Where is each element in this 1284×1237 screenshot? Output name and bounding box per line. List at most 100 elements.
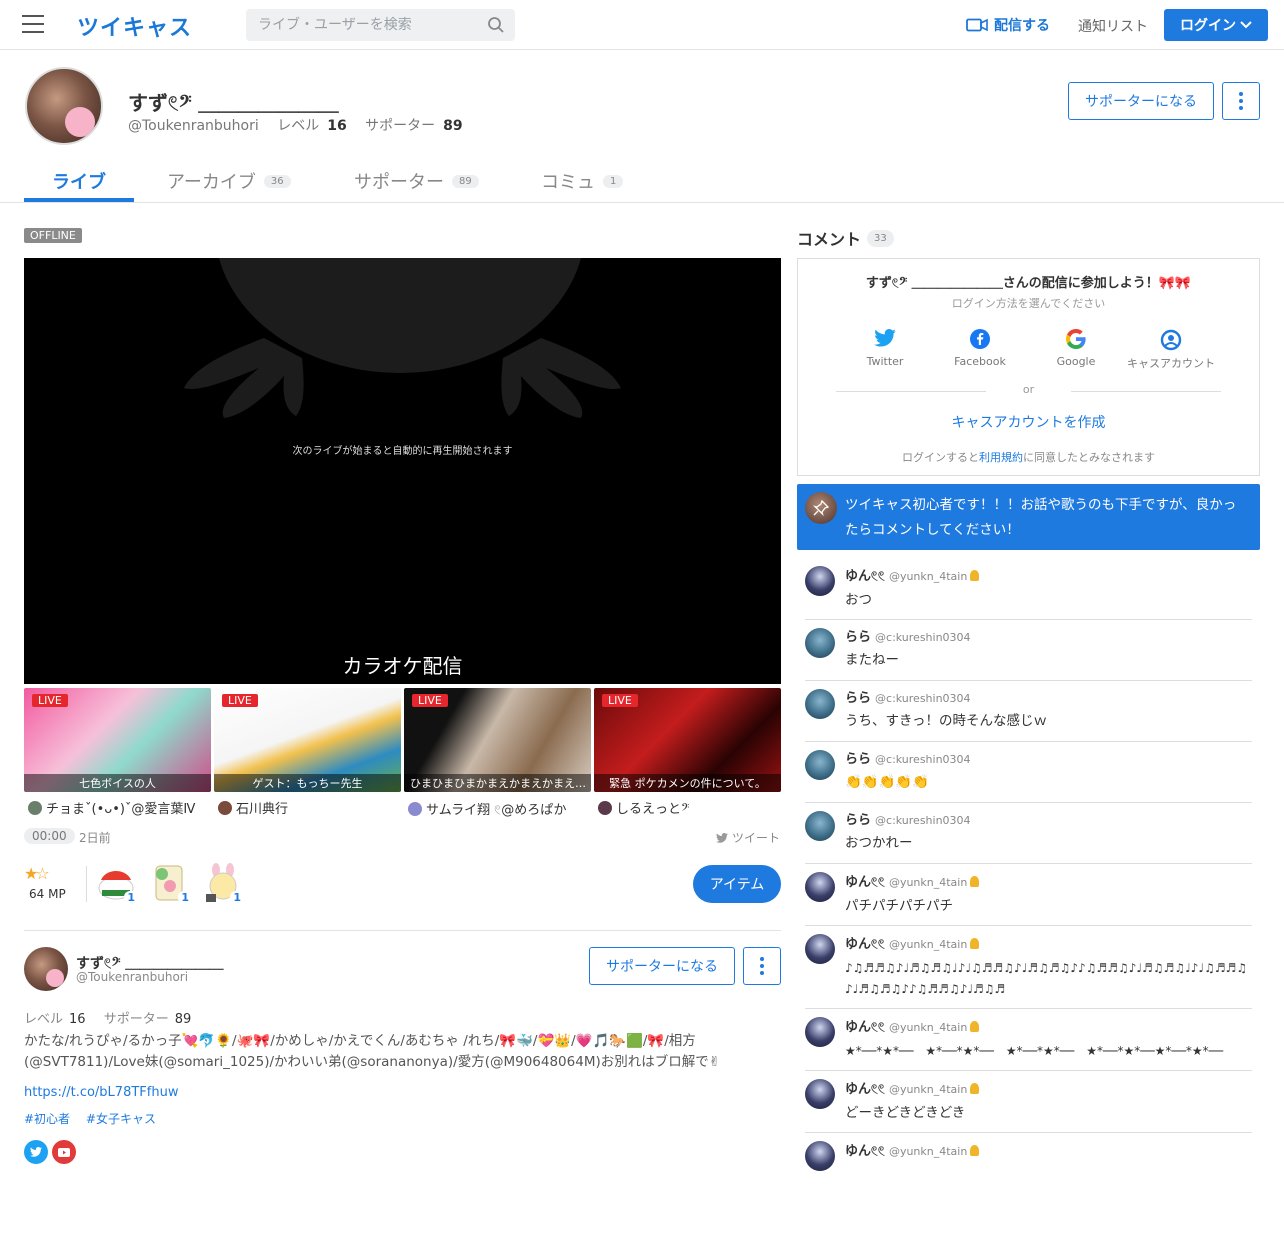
commenter-name[interactable]: ゆん𓏲𓏲 xyxy=(845,875,885,890)
commenter-avatar[interactable] xyxy=(805,750,835,780)
search-icon[interactable] xyxy=(487,16,505,34)
bio-text: かたな/れうぴゃ/るかっ子💘🐬🌻/🐙🎀/かめしゃ/かえでくん/あむちゃ /れち/… xyxy=(24,1033,721,1070)
supporter-badge-icon xyxy=(970,1145,980,1156)
live-thumbnail[interactable]: LIVE 緊急 ポケカメンの件について。 xyxy=(594,688,781,792)
become-supporter-button[interactable]: サポーターになる xyxy=(589,947,735,985)
commenter-handle: @c:kureshin0304 xyxy=(875,753,971,766)
search-input[interactable] xyxy=(246,9,476,41)
gift-item[interactable]: 1 xyxy=(150,862,192,904)
commenter-name[interactable]: ゆん𓏲𓏲 xyxy=(845,1020,885,1035)
bio-link[interactable]: https://t.co/bL78TFfhuw xyxy=(24,1085,178,1100)
tab-live[interactable]: ライブ xyxy=(52,168,106,194)
become-supporter-button[interactable]: サポーターになる xyxy=(1068,82,1214,120)
gift-count: 1 xyxy=(178,891,192,904)
login-google[interactable]: Google xyxy=(1026,329,1126,368)
commenter-avatar[interactable] xyxy=(805,1017,835,1047)
live-thumbnail[interactable]: LIVE 七色ボイスの人 xyxy=(24,688,211,792)
live-badge: LIVE xyxy=(222,694,258,707)
divider xyxy=(24,930,781,931)
commenter-avatar[interactable] xyxy=(805,689,835,719)
commenter-avatar[interactable] xyxy=(805,934,835,964)
thumbnail-user[interactable]: 石川典行 xyxy=(218,798,405,817)
commenter-name[interactable]: らら xyxy=(845,752,871,767)
thumbnail-user[interactable]: チョまˇ(•ᴗ•)ˇ@愛言葉Ⅳ xyxy=(28,798,215,817)
item-button[interactable]: アイテム xyxy=(693,865,781,903)
tweet-button[interactable]: ツイート xyxy=(716,829,780,846)
commenter-handle: @c:kureshin0304 xyxy=(875,814,971,827)
tab-label: ライブ xyxy=(52,172,106,193)
notification-list-link[interactable]: 通知リスト xyxy=(1078,16,1148,36)
commenter-avatar[interactable] xyxy=(805,811,835,841)
live-thumbnail[interactable]: LIVE ゲスト：もっちー先生 xyxy=(214,688,401,792)
divider xyxy=(86,866,87,902)
login-button[interactable]: ログイン xyxy=(1164,9,1268,41)
twitter-icon xyxy=(874,329,896,347)
bio-tags: #初心者 #女子キャス xyxy=(24,1110,168,1127)
login-facebook[interactable]: Facebook xyxy=(930,329,1030,368)
commenter-handle: @c:kureshin0304 xyxy=(875,692,971,705)
commenter-avatar[interactable] xyxy=(805,1079,835,1109)
search-box xyxy=(246,9,515,41)
video-player[interactable]: 次のライブが始まると自動的に再生開始されます カラオケ配信 xyxy=(24,258,781,684)
login-prompt: すず𓏲𝄢 ＿＿＿＿＿＿＿さんの配信に参加しよう！🎀🎀 ログイン方法を選んでくださ… xyxy=(797,258,1260,476)
commenter-name[interactable]: ゆん𓏲𓏲 xyxy=(845,569,885,584)
tab-supporters[interactable]: サポーター 89 xyxy=(354,168,479,194)
menu-icon[interactable] xyxy=(22,15,44,33)
more-options-button[interactable] xyxy=(1222,82,1260,120)
commenter-handle: @yunkn_4tain xyxy=(888,876,968,889)
thumbnail-user[interactable]: サムライ翔 𓏲@めろぱか xyxy=(408,798,595,819)
profile-avatar[interactable] xyxy=(25,67,103,145)
commenter-name[interactable]: らら xyxy=(845,630,871,645)
tag-link[interactable]: #初心者 xyxy=(24,1112,70,1126)
terms-pre: ログインすると xyxy=(902,451,979,464)
comment-list[interactable]: ゆん𓏲𓏲 @yunkn_4tain おつ らら @c:kureshin0304 また… xyxy=(805,558,1252,1173)
terms-link[interactable]: 利用規約 xyxy=(979,451,1023,464)
commenter-handle: @yunkn_4tain xyxy=(888,570,968,583)
commenter-avatar[interactable] xyxy=(805,566,835,596)
commenter-avatar[interactable] xyxy=(805,628,835,658)
gift-item[interactable]: 1 xyxy=(96,862,138,904)
commenter-avatar[interactable] xyxy=(805,872,835,902)
broadcast-button[interactable]: 配信する xyxy=(966,15,1050,35)
commenter-avatar[interactable] xyxy=(805,1141,835,1171)
level-label: レベル xyxy=(24,1012,64,1027)
thumbnail-user[interactable]: しるえっと𝄢 xyxy=(598,798,785,817)
thumbnail-caption: 七色ボイスの人 xyxy=(24,774,211,792)
twitter-icon[interactable] xyxy=(24,1140,48,1164)
comments-title: コメント xyxy=(797,230,862,249)
commenter-name[interactable]: ゆん𓏲𓏲 xyxy=(845,1082,885,1097)
youtube-icon[interactable] xyxy=(52,1140,76,1164)
video-camera-icon xyxy=(966,18,988,32)
site-logo[interactable]: ツイキャス xyxy=(77,10,192,42)
tab-archive[interactable]: アーカイブ 36 xyxy=(167,168,291,194)
comment-item: らら @c:kureshin0304 またねー xyxy=(805,620,1252,681)
thumbnail-caption: 緊急 ポケカメンの件について。 xyxy=(594,774,781,792)
broadcast-label: 配信する xyxy=(994,18,1050,34)
more-options-button[interactable] xyxy=(743,947,781,985)
comment-text: 👏👏👏👏👏 xyxy=(845,774,930,790)
gift-count: 1 xyxy=(230,891,244,904)
login-cas-account[interactable]: キャスアカウント xyxy=(1121,329,1221,371)
create-account-link[interactable]: キャスアカウントを作成 xyxy=(798,412,1259,432)
supporter-badge-icon xyxy=(970,876,980,887)
commenter-name[interactable]: ゆん𓏲𓏲 xyxy=(845,937,885,952)
supporter-badge-icon xyxy=(970,1021,980,1032)
tab-community[interactable]: コミュ 1 xyxy=(541,168,624,194)
gift-item[interactable]: 1 xyxy=(202,862,244,904)
commenter-name[interactable]: らら xyxy=(845,691,871,706)
twitcasting-icon xyxy=(1160,329,1182,351)
tag-link[interactable]: #女子キャス xyxy=(86,1112,156,1126)
provider-label: Twitter xyxy=(866,355,904,368)
comments-count: 33 xyxy=(867,229,894,247)
profile-avatar-small[interactable] xyxy=(24,947,68,991)
live-thumbnail[interactable]: LIVE ひまひまひまかまえかまえかまえ… xyxy=(404,688,591,792)
supporter-badge-icon xyxy=(970,938,980,949)
profile-tabs: ライブ アーカイブ 36 サポーター 89 コミュ 1 xyxy=(0,160,1284,203)
login-prompt-subtitle: ログイン方法を選んでください xyxy=(951,297,1106,310)
login-twitter[interactable]: Twitter xyxy=(835,329,935,368)
bio-handle: @Toukenranbuhori xyxy=(76,970,189,984)
commenter-name[interactable]: ゆん𓏲𓏲 xyxy=(845,1144,885,1159)
top-header: ツイキャス 配信する 通知リスト ログイン xyxy=(0,0,1284,50)
commenter-name[interactable]: らら xyxy=(845,813,871,828)
commenter-handle: @yunkn_4tain xyxy=(888,1083,968,1096)
